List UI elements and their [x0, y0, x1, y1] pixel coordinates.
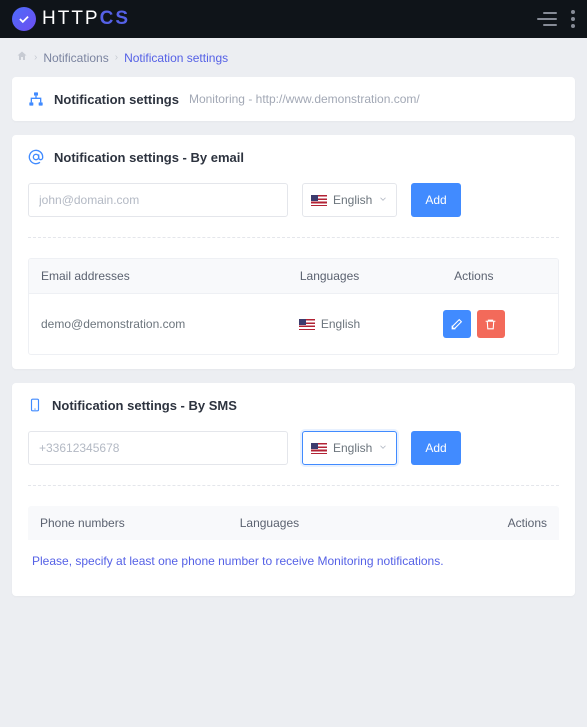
- sms-language-select[interactable]: English: [302, 431, 397, 465]
- sitemap-icon: [28, 91, 44, 107]
- col-header-phone: Phone numbers: [40, 516, 240, 530]
- email-section-title: Notification settings - By email: [54, 150, 244, 165]
- logo-check-icon: [12, 7, 36, 31]
- delete-button[interactable]: [477, 310, 505, 338]
- chevron-down-icon: [378, 193, 388, 207]
- table-row: demo@demonstration.com English: [29, 293, 558, 354]
- more-options-icon[interactable]: [571, 10, 575, 28]
- app-header: HTTPCS: [0, 0, 587, 38]
- email-language-select[interactable]: English: [302, 183, 397, 217]
- page-title-card: Notification settings Monitoring - http:…: [12, 77, 575, 121]
- logo-text: HTTPCS: [42, 8, 130, 30]
- email-input[interactable]: [28, 183, 288, 217]
- sms-section-card: Notification settings - By SMS English A…: [12, 383, 575, 596]
- phone-input[interactable]: [28, 431, 288, 465]
- breadcrumb-sep: ›: [34, 52, 37, 63]
- flag-us-icon: [311, 443, 327, 454]
- breadcrumb-link-notifications[interactable]: Notifications: [43, 51, 108, 65]
- col-header-languages: Languages: [257, 269, 401, 283]
- select-value: English: [333, 441, 372, 455]
- col-header-languages: Languages: [240, 516, 394, 530]
- email-table: Email addresses Languages Actions demo@d…: [28, 258, 559, 355]
- chevron-down-icon: [378, 441, 388, 455]
- menu-toggle-icon[interactable]: [537, 12, 557, 26]
- email-section-card: Notification settings - By email English…: [12, 135, 575, 369]
- breadcrumb: › Notifications › Notification settings: [0, 38, 587, 77]
- page-subtitle: Monitoring - http://www.demonstration.co…: [189, 92, 420, 106]
- divider: [28, 237, 559, 238]
- breadcrumb-current: Notification settings: [124, 51, 228, 65]
- flag-us-icon: [311, 195, 327, 206]
- col-header-actions: Actions: [402, 269, 546, 283]
- logo[interactable]: HTTPCS: [12, 7, 130, 31]
- cell-language: English: [321, 317, 360, 331]
- sms-section-title: Notification settings - By SMS: [52, 398, 237, 413]
- cell-email: demo@demonstration.com: [41, 317, 257, 331]
- home-icon[interactable]: [16, 50, 28, 65]
- page-title: Notification settings: [54, 92, 179, 107]
- phone-table: Phone numbers Languages Actions Please, …: [28, 506, 559, 582]
- edit-button[interactable]: [443, 310, 471, 338]
- add-phone-button[interactable]: Add: [411, 431, 460, 465]
- flag-us-icon: [299, 319, 315, 330]
- col-header-actions: Actions: [393, 516, 547, 530]
- empty-phone-message: Please, specify at least one phone numbe…: [28, 540, 559, 582]
- divider: [28, 485, 559, 486]
- breadcrumb-sep: ›: [115, 52, 118, 63]
- col-header-email: Email addresses: [41, 269, 257, 283]
- select-value: English: [333, 193, 372, 207]
- mobile-icon: [28, 397, 42, 413]
- at-icon: [28, 149, 44, 165]
- add-email-button[interactable]: Add: [411, 183, 460, 217]
